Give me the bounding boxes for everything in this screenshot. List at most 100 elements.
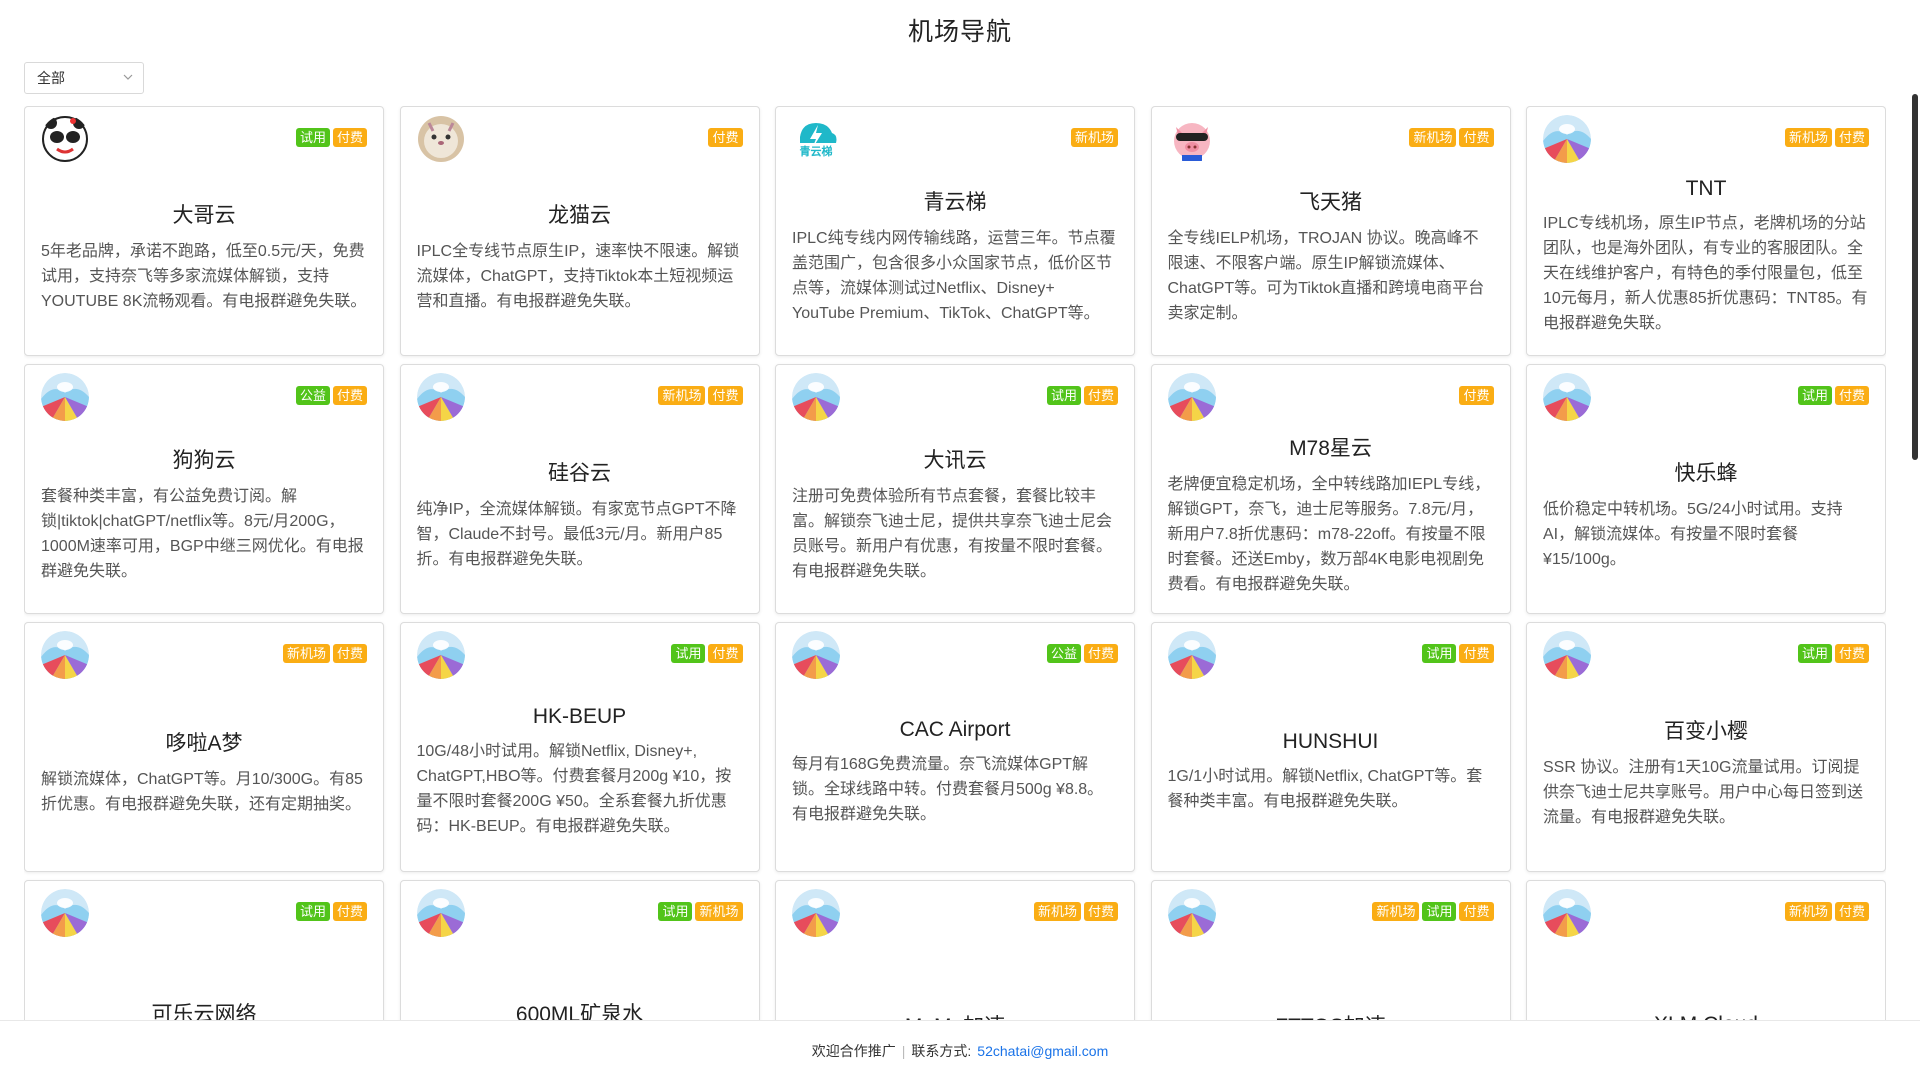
charity-badge: 公益 <box>1046 644 1081 663</box>
card-title[interactable]: 百变小樱 <box>1543 715 1869 745</box>
airport-card[interactable]: 试用 付费 HUNSHUI 1G/1小时试用。解锁Netflix, ChatGPT等。… <box>1150 622 1511 872</box>
paid-badge: 付费 <box>1459 128 1494 147</box>
airport-card[interactable]: 新机场 付费 硅谷云 纯净IP，全流媒体解锁。有家宽节点GPT不降智，Claude不封… <box>399 364 760 614</box>
card-header: 试用 付费 <box>41 115 367 165</box>
badge-group: 试用 付费 <box>1422 644 1494 663</box>
default-logo-icon <box>792 373 840 421</box>
airport-card[interactable]: 新机场试用付费 FTTOS加速 <box>1150 880 1511 1026</box>
default-logo-icon <box>416 631 465 679</box>
card-description: SSR 协议。注册有1天10G流量试用。订阅提供奈飞迪士尼共享账号。用户中心每日… <box>1543 758 1864 826</box>
card-title[interactable]: 大讯云 <box>792 444 1118 474</box>
airport-card[interactable]: 新机场 付费哆啦A梦解锁流媒体，ChatGPT等。月10/300G。有85折优惠。… <box>24 622 384 872</box>
card-header: 试用 付费 <box>1543 631 1869 681</box>
card-title[interactable]: 飞天猪 <box>1168 186 1494 216</box>
card-title[interactable]: 哆啦A梦 <box>41 727 367 757</box>
default-logo-icon <box>41 373 89 421</box>
card-description: 解锁流媒体，ChatGPT等。月10/300G。有85折优惠。有电报群避免失联，… <box>41 771 363 813</box>
card-description: 10G/48小时试用。解锁Netflix, Disney+, ChatGPT,H… <box>416 743 732 835</box>
airport-card[interactable]: 新机场付费 XLM Cloud <box>1526 880 1886 1026</box>
card-title[interactable]: HK-BEUP <box>417 705 743 729</box>
airport-card[interactable]: 新机场付费 MoMo加速 <box>775 880 1135 1026</box>
airport-card[interactable]: 试用 付费 快乐蜂 低价稳定中转机场。5G/24小时试用。支持AI，解锁流媒体。有按量… <box>1526 364 1886 614</box>
card-header: 新机场 付费 <box>41 631 367 681</box>
trial-badge: 试用 <box>1797 644 1832 663</box>
badge-group: 试用 付费 <box>295 902 367 921</box>
new-badge: 新机场 <box>1372 902 1420 921</box>
airport-card[interactable]: 新机场 付费 飞天猪 全专线IELP机场，TROJAN 协议。晚高峰不限速、不限客户端… <box>1150 106 1511 356</box>
card-header: 付费 <box>417 115 743 165</box>
badge-group: 试用 付费 <box>1797 386 1869 405</box>
airport-card[interactable]: 公益 付费 狗狗云 套餐种类丰富，有公益免费订阅。解锁|tiktok|chatGPT/… <box>24 364 384 614</box>
pig-icon <box>1168 115 1216 163</box>
card-body: 可乐云网络Trojan/SS协议，套餐类型多，注册送体验套 <box>41 939 367 1026</box>
airport-card[interactable]: 试用 付费 HK-BEUP 10G/48小时试用。解锁Netflix, Disney+… <box>399 622 760 872</box>
qyt-icon: 青云梯 <box>792 115 840 163</box>
trial-badge: 试用 <box>658 902 693 921</box>
airport-card[interactable]: 试用 付费 大哥云 5年老品牌，承诺不跑路，低至0.5元/天，免费试用，支持奈飞等多家… <box>24 106 384 356</box>
airport-card[interactable]: 青云梯 新机场 青云梯 IPLC纯专线内网传输线路，运营三年。节点覆盖范围广，包含很多… <box>775 106 1135 356</box>
badge-group: 试用 新机场 <box>658 902 743 921</box>
badge-group: 付费 <box>708 128 743 147</box>
badge-group: 新机场 付费 <box>1784 128 1869 147</box>
airport-card[interactable]: 付费 M78星云 老牌便宜稳定机场，全中转线路加IEPL专线，解锁GPT，奈飞，迪士… <box>1150 364 1511 614</box>
paid-badge: 付费 <box>1834 902 1869 921</box>
airport-grid: 试用 付费 大哥云 5年老品牌，承诺不跑路，低至0.5元/天，免费试用，支持奈飞等多家… <box>24 106 1886 1026</box>
default-logo-icon <box>1543 889 1591 937</box>
new-badge: 新机场 <box>1409 128 1457 147</box>
footer-email-link[interactable]: 52chatai@gmail.com <box>977 1043 1108 1059</box>
airport-card[interactable]: 试用 付费 大讯云 注册可免费体验所有节点套餐，套餐比较丰富。解锁奈飞迪士尼，提供共享… <box>775 364 1135 614</box>
card-title[interactable]: CAC Airport <box>792 718 1118 742</box>
default-logo-icon <box>1167 889 1216 937</box>
totoro-icon <box>417 115 465 163</box>
card-title[interactable]: 龙猫云 <box>417 199 743 229</box>
trial-badge: 试用 <box>671 644 706 663</box>
card-title[interactable]: TNT <box>1543 177 1869 201</box>
airport-card[interactable]: 付费龙猫云 IPLC全专线节点原生IP，速率快不限速。解锁流媒体，ChatGPT，… <box>399 106 760 356</box>
footer: 欢迎合作推广 | 联系方式: 52chatai@gmail.com <box>0 1020 1920 1081</box>
card-body: 龙猫云 IPLC全专线节点原生IP，速率快不限速。解锁流媒体，ChatGPT，支持… <box>417 165 743 345</box>
card-title[interactable]: 硅谷云 <box>417 457 743 487</box>
paid-badge: 付费 <box>708 644 743 663</box>
new-badge: 新机场 <box>1033 902 1081 921</box>
card-header: 公益 付费 <box>792 631 1118 681</box>
card-body: M78星云 老牌便宜稳定机场，全中转线路加IEPL专线，解锁GPT，奈飞，迪士尼等… <box>1168 423 1494 603</box>
charity-badge: 公益 <box>295 386 330 405</box>
paid-badge: 付费 <box>708 386 743 405</box>
airport-card[interactable]: 试用付费可乐云网络Trojan/SS协议，套餐类型多，注册送体验套 <box>24 880 384 1026</box>
card-body: 哆啦A梦解锁流媒体，ChatGPT等。月10/300G。有85折优惠。有电报群避… <box>41 681 367 861</box>
card-description: IPLC纯专线内网传输线路，运营三年。节点覆盖范围广，包含很多小众国家节点，低价… <box>792 230 1116 322</box>
badge-group: 新机场 付费 <box>1784 902 1869 921</box>
card-title[interactable]: HUNSHUI <box>1168 730 1494 754</box>
default-logo-icon <box>1543 373 1591 421</box>
paid-badge: 付费 <box>1083 902 1118 921</box>
paid-badge: 付费 <box>1834 128 1869 147</box>
card-title[interactable]: 快乐蜂 <box>1543 457 1869 487</box>
scrollbar[interactable] <box>1912 94 1918 460</box>
badge-group: 新机场 试用 付费 <box>1372 902 1494 921</box>
card-title[interactable]: 青云梯 <box>792 186 1118 216</box>
trial-badge: 试用 <box>1422 902 1457 921</box>
airport-card[interactable]: 试用 付费百变小樱 SSR 协议。注册有1天10G流量试用。订阅提供奈飞迪士尼共享账… <box>1526 622 1886 872</box>
airport-card[interactable]: 公益 付费 CAC Airport 每月有168G免费流量。奈飞流媒体GPT解锁。全球… <box>775 622 1135 872</box>
new-badge: 新机场 <box>282 644 330 663</box>
trial-badge: 试用 <box>295 902 330 921</box>
airport-card[interactable]: 新机场 付费 TNT IPLC专线机场，原生IP节点，老牌机场的分站团队，也是海外团队… <box>1526 106 1886 356</box>
paid-badge: 付费 <box>332 644 367 663</box>
card-description: IPLC全专线节点原生IP，速率快不限速。解锁流媒体，ChatGPT，支持Tik… <box>416 242 740 310</box>
card-body: HK-BEUP 10G/48小时试用。解锁Netflix, Disney+, Ch… <box>417 681 743 861</box>
badge-group: 公益 付费 <box>1046 644 1118 663</box>
footer-separator: | <box>901 1043 906 1059</box>
card-body: 硅谷云 纯净IP，全流媒体解锁。有家宽节点GPT不降智，Claude不封号。最低3… <box>417 423 743 603</box>
card-title[interactable]: M78星云 <box>1168 432 1494 462</box>
card-title[interactable]: 大哥云 <box>41 199 367 229</box>
card-header: 试用 付费 <box>41 889 367 939</box>
category-filter-select[interactable]: 全部 <box>24 62 144 94</box>
paid-badge: 付费 <box>1083 644 1118 663</box>
badge-group: 试用 付费 <box>671 644 743 663</box>
airport-card[interactable]: 试用新机场 600ML矿泉水稳定运营2年多，工单回复及时，教程详细。 <box>399 880 760 1026</box>
card-title[interactable]: 狗狗云 <box>41 444 367 474</box>
paid-badge: 付费 <box>1083 386 1118 405</box>
card-description: IPLC专线机场，原生IP节点，老牌机场的分站团队，也是海外团队，有专业的客服团… <box>1543 214 1868 332</box>
card-header: 新机场 付费 <box>1543 889 1869 939</box>
card-body: 大哥云 5年老品牌，承诺不跑路，低至0.5元/天，免费试用，支持奈飞等多家流媒体解… <box>41 165 367 345</box>
